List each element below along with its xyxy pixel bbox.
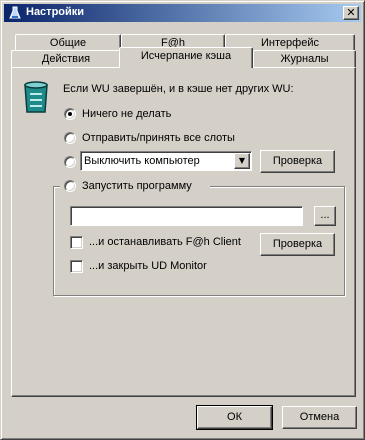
radio-selected-dot (68, 112, 72, 116)
stop-client-label: ...и останавливать F@h Client (89, 236, 241, 248)
program-path-input[interactable] (70, 206, 303, 226)
window-title: Настройки (26, 6, 85, 18)
check-program-button[interactable]: Проверка (260, 233, 335, 256)
check-action-button[interactable]: Проверка (260, 150, 335, 173)
radio-action-select[interactable] (64, 156, 76, 168)
cache-exhausted-panel: Если WU завершён, и в кэше нет других WU… (11, 67, 356, 397)
tab-label: Действия (41, 53, 91, 65)
radio-run-program[interactable] (64, 180, 76, 192)
stop-client-checkbox[interactable] (70, 236, 83, 249)
radio-do-nothing[interactable] (64, 108, 76, 120)
browse-button[interactable]: ... (314, 206, 336, 226)
tab-label: Общие (49, 37, 87, 49)
check-action-label: Проверка (272, 155, 323, 167)
close-monitor-label: ...и закрыть UD Monitor (89, 260, 207, 272)
flask-icon (7, 5, 23, 21)
browse-label: ... (320, 209, 330, 221)
title-bar[interactable]: Настройки ✕ (4, 4, 361, 22)
settings-dialog: Настройки ✕ Общие F@h Интерфейс Действия… (0, 0, 365, 440)
radio-send-receive[interactable] (64, 132, 76, 144)
cancel-button[interactable]: Отмена (282, 406, 357, 429)
radio-do-nothing-label: Ничего не делать (82, 108, 172, 120)
close-monitor-checkbox[interactable] (70, 260, 83, 273)
action-select-value: Выключить компьютер (84, 155, 200, 167)
ok-button[interactable]: ОК (196, 405, 273, 430)
dropdown-button[interactable]: ▼ (234, 153, 250, 169)
cancel-label: Отмена (299, 411, 340, 423)
tab-label: Интерфейс (261, 37, 319, 49)
tab-cache-exhausted[interactable]: Исчерпание кэша (119, 47, 253, 68)
tab-label: Журналы (280, 53, 329, 65)
tab-logs[interactable]: Журналы (253, 50, 356, 68)
close-icon: ✕ (346, 6, 356, 19)
tab-actions[interactable]: Действия (11, 50, 121, 68)
check-program-label: Проверка (272, 238, 323, 250)
close-button[interactable]: ✕ (343, 6, 359, 20)
radio-send-receive-label: Отправить/принять все слоты (82, 132, 235, 144)
group-caption: Запустить программу (60, 177, 210, 195)
ok-label: ОК (227, 411, 242, 423)
chevron-down-icon: ▼ (238, 156, 246, 165)
intro-text: Если WU завершён, и в кэше нет других WU… (63, 83, 294, 95)
cache-bin-icon (22, 81, 50, 115)
radio-run-program-label: Запустить программу (82, 180, 192, 192)
tab-label: Исчерпание кэша (140, 50, 232, 62)
action-select[interactable]: Выключить компьютер ▼ (80, 151, 252, 171)
